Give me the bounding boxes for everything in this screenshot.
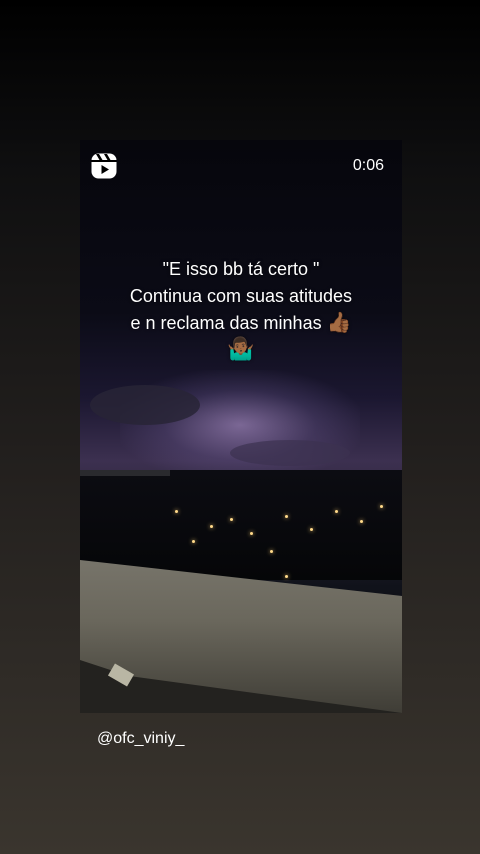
city-light xyxy=(270,550,273,553)
video-timer: 0:06 xyxy=(352,157,384,174)
caption-line-2: Continua com suas atitudes xyxy=(129,286,353,306)
city-light xyxy=(285,515,288,518)
caption-line-3-text: e n reclama das minhas xyxy=(130,313,322,333)
city-light xyxy=(380,505,383,508)
city-light xyxy=(230,518,233,521)
reels-icon xyxy=(90,152,118,180)
username-link[interactable]: @ofc_viniy_ xyxy=(97,730,184,748)
city-light xyxy=(250,532,253,535)
video-caption: "E isso bb tá certo " Continua com suas … xyxy=(90,256,392,361)
city-light xyxy=(310,528,313,531)
cloud xyxy=(230,440,350,466)
city-light xyxy=(360,520,363,523)
city-light xyxy=(210,525,213,528)
city-skyline xyxy=(80,470,402,580)
cloud xyxy=(90,385,200,425)
caption-line-1: "E isso bb tá certo " xyxy=(162,259,320,279)
thumbs-up-emoji: 👍🏾 xyxy=(326,312,352,334)
reel-video[interactable] xyxy=(80,140,402,713)
shrug-emoji: 🤷🏾‍♂️ xyxy=(227,336,255,361)
city-light xyxy=(175,510,178,513)
caption-line-3: e n reclama das minhas 👍🏾 xyxy=(90,310,392,337)
roof-edge xyxy=(80,470,170,476)
city-light xyxy=(335,510,338,513)
city-light xyxy=(192,540,195,543)
city-light xyxy=(285,575,288,578)
